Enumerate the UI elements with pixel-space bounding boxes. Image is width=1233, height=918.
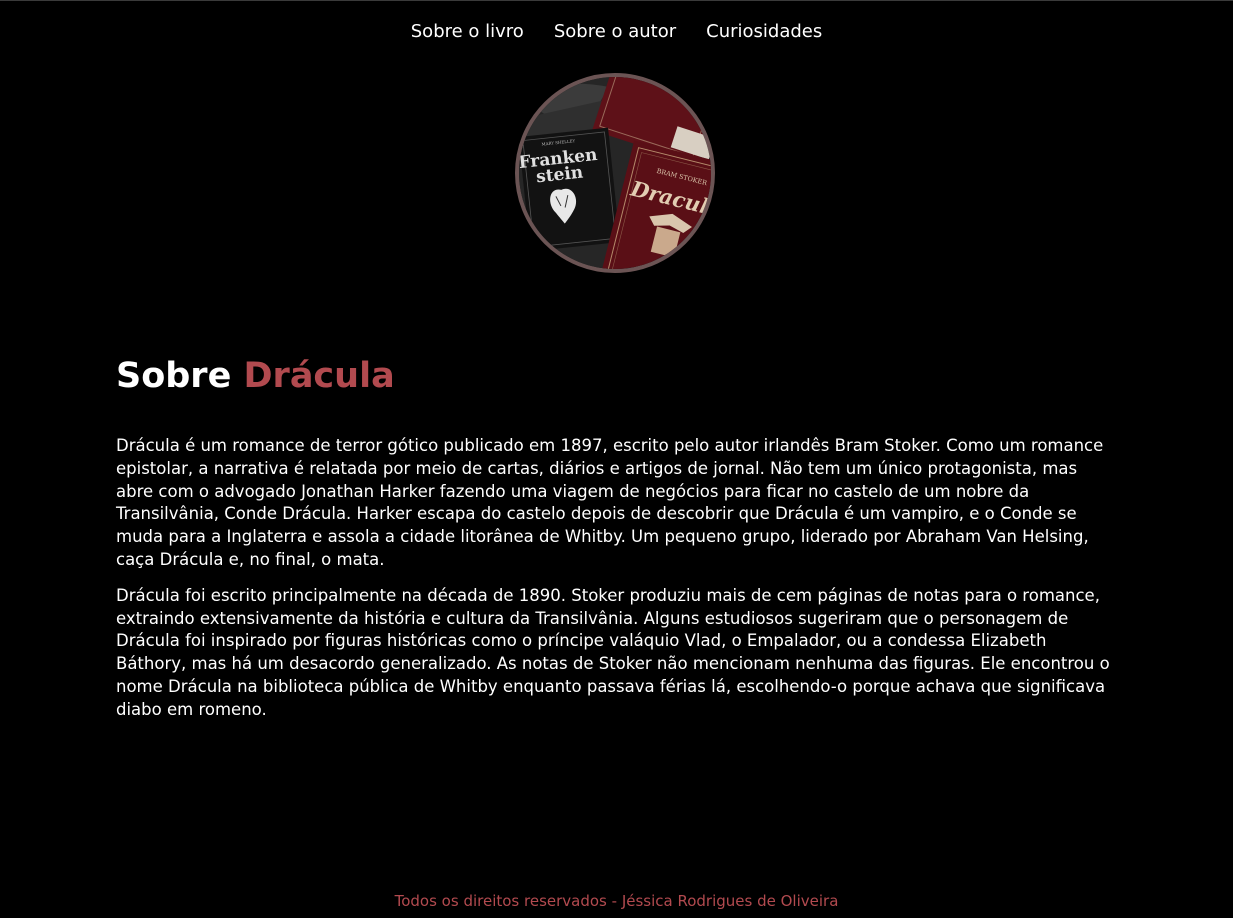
book-cover-avatar: MARY SHELLEY Franken stein BRAM STOKER D… — [515, 73, 715, 273]
books-illustration: MARY SHELLEY Franken stein BRAM STOKER D… — [519, 77, 711, 269]
page-title-highlight: Drácula — [243, 356, 395, 396]
footer-copyright: Todos os direitos reservados - Jéssica R… — [394, 892, 839, 910]
nav-link-sobre-o-autor[interactable]: Sobre o autor — [554, 21, 676, 43]
main-content: Sobre Drácula Drácula é um romance de te… — [116, 353, 1116, 735]
nav-link-sobre-o-livro[interactable]: Sobre o livro — [411, 21, 524, 43]
page-title: Sobre Drácula — [116, 353, 1116, 399]
paragraph-1: Drácula é um romance de terror gótico pu… — [116, 436, 1104, 569]
top-nav: Sobre o livro Sobre o autor Curiosidades — [0, 21, 1233, 43]
paragraph-2: Drácula foi escrito principalmente na dé… — [116, 585, 1110, 719]
page-title-prefix: Sobre — [116, 356, 232, 396]
nav-link-curiosidades[interactable]: Curiosidades — [706, 21, 822, 43]
